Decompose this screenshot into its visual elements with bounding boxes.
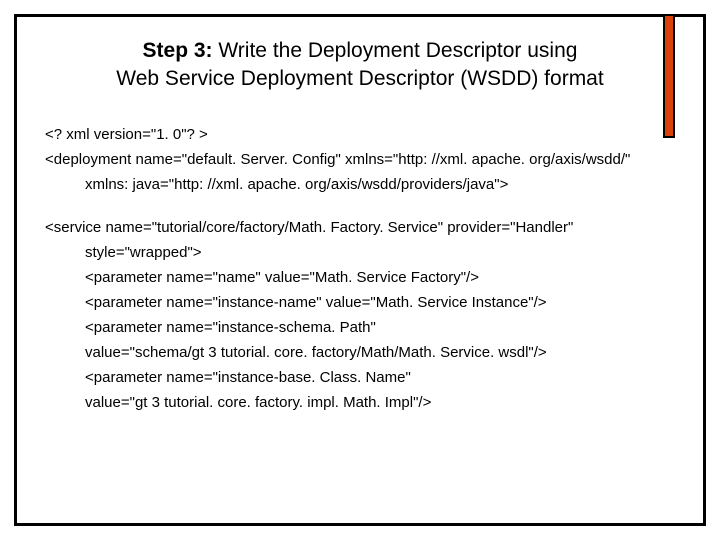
param-base-class: <parameter name="instance-base. Class. N… [45,367,675,388]
param-schema-value: value="schema/gt 3 tutorial. core. facto… [45,342,675,363]
service-open: <service name="tutorial/core/factory/Mat… [45,217,675,238]
xml-decl: <? xml version="1. 0"? > [45,124,675,145]
accent-bar [663,14,675,138]
service-style: style="wrapped"> [45,242,675,263]
title-prefix: Step 3: [143,39,213,62]
slide-frame: Step 3: Write the Deployment Descriptor … [14,14,706,526]
title-line-1: Step 3: Write the Deployment Descriptor … [87,37,633,65]
slide-title: Step 3: Write the Deployment Descriptor … [17,17,703,104]
deployment-ns: xmlns: java="http: //xml. apache. org/ax… [45,174,675,195]
param-name: <parameter name="name" value="Math. Serv… [45,267,675,288]
title-line-2: Web Service Deployment Descriptor (WSDD)… [87,65,633,93]
param-base-class-value: value="gt 3 tutorial. core. factory. imp… [45,392,675,413]
param-instance-name: <parameter name="instance-name" value="M… [45,292,675,313]
title-rest-1: Write the Deployment Descriptor using [213,39,578,62]
param-schema-path: <parameter name="instance-schema. Path" [45,317,675,338]
deployment-open: <deployment name="default. Server. Confi… [45,149,675,170]
code-content: <? xml version="1. 0"? > <deployment nam… [17,104,703,413]
